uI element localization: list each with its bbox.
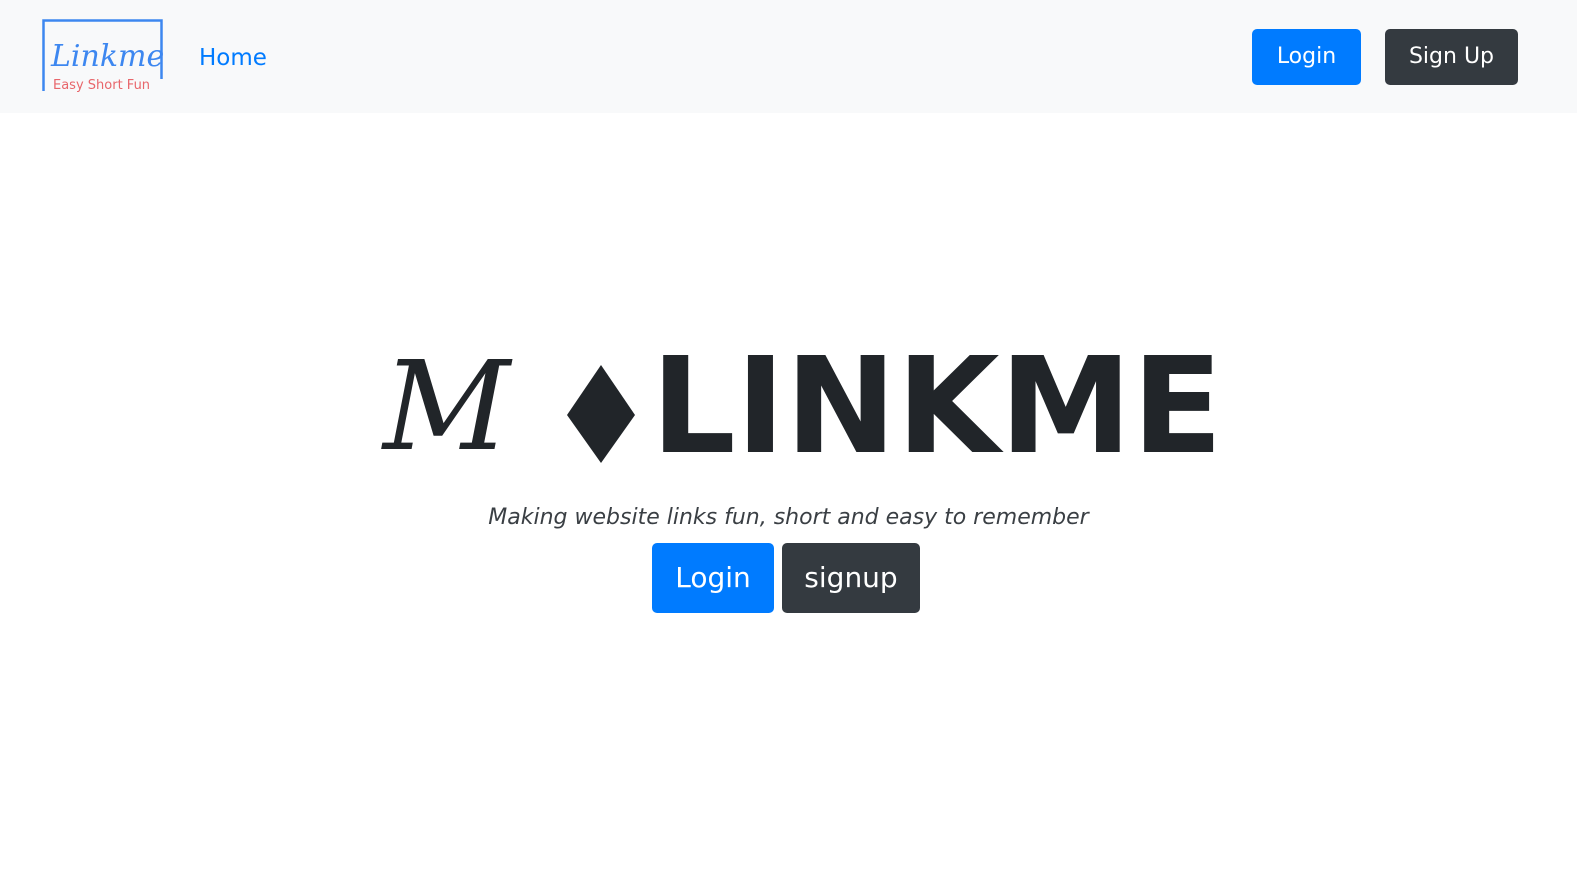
hero-tagline: Making website links fun, short and easy… [488,505,1089,530]
nav-signup-button[interactable]: Sign Up [1385,29,1518,85]
brand-name: Linkme [51,39,165,74]
hero-logo-monogram: M [383,335,510,479]
brand-logo[interactable]: Linkme Easy Short Fun [42,19,165,93]
navbar: Linkme Easy Short Fun Home Login Sign Up [0,0,1577,113]
hero-logo: M LINKME [383,341,1223,474]
diamond-icon [567,365,635,463]
hero-logo-wordmark: LINKME [651,330,1223,484]
hero-login-button[interactable]: Login [652,543,774,613]
brand-tagline: Easy Short Fun [53,78,151,93]
nav-home-link[interactable]: Home [199,41,267,75]
hero-signup-button[interactable]: signup [782,543,920,613]
nav-login-button[interactable]: Login [1252,29,1361,85]
